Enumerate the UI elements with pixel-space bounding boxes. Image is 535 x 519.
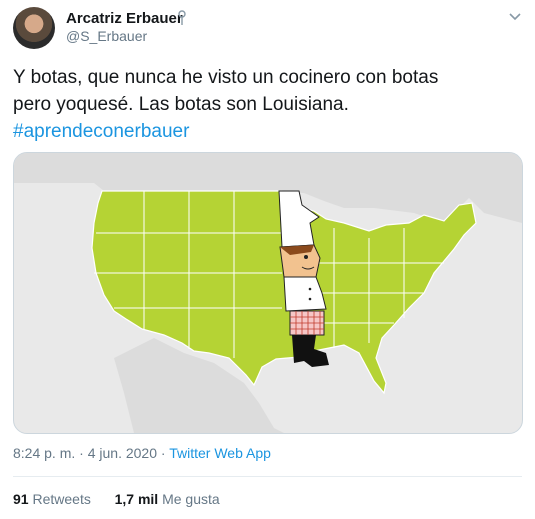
chevron-down-icon[interactable] bbox=[508, 12, 522, 22]
pushpin-icon bbox=[178, 10, 186, 25]
likes-count: 1,7 mil bbox=[114, 491, 159, 507]
likes-stat[interactable]: 1,7 mil Me gusta bbox=[115, 491, 220, 507]
source-app-link[interactable]: Twitter Web App bbox=[169, 445, 271, 461]
eye-shape bbox=[304, 255, 308, 259]
tweet-media[interactable] bbox=[13, 152, 523, 434]
author-name[interactable]: Arcatriz Erbauer bbox=[66, 10, 183, 27]
tweet-line: Y botas, que nunca he visto un cocinero … bbox=[13, 67, 439, 88]
divider bbox=[13, 476, 522, 477]
separator: · bbox=[157, 445, 170, 461]
tweet-stats: 91 Retweets 1,7 mil Me gusta bbox=[13, 491, 220, 507]
separator: · bbox=[75, 445, 88, 461]
tweet-text: Y botas, que nunca he visto un cocinero … bbox=[13, 64, 518, 145]
hashtag-link[interactable]: #aprendeconerbauer bbox=[13, 118, 518, 145]
us-map-image bbox=[14, 153, 522, 433]
avatar[interactable] bbox=[13, 7, 55, 49]
likes-label: Me gusta bbox=[162, 491, 220, 507]
tweet-date[interactable]: 4 jun. 2020 bbox=[88, 445, 157, 461]
author-handle[interactable]: @S_Erbauer bbox=[66, 28, 147, 44]
retweets-count: 91 bbox=[13, 491, 29, 507]
tweet-time[interactable]: 8:24 p. m. bbox=[13, 445, 75, 461]
minnesota-hat bbox=[278, 190, 320, 248]
tweet-line: pero yoquesé. Las botas son Louisiana. bbox=[13, 94, 349, 115]
retweets-stat[interactable]: 91 Retweets bbox=[13, 491, 91, 507]
tweet-meta: 8:24 p. m. · 4 jun. 2020 · Twitter Web A… bbox=[13, 445, 271, 461]
retweets-label: Retweets bbox=[32, 491, 91, 507]
